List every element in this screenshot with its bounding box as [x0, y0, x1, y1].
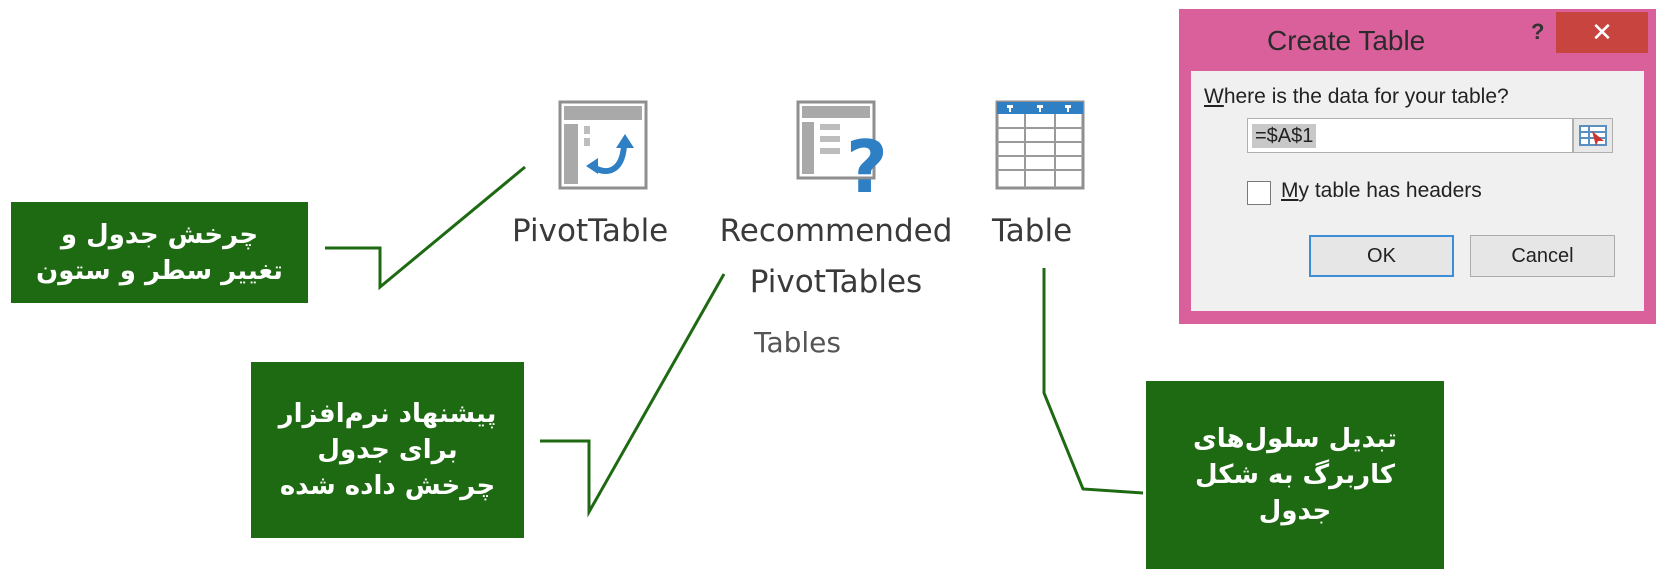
pivottable-label: PivotTable — [512, 213, 669, 249]
create-table-dialog: Create Table ? ✕ Where is the data for y… — [1179, 9, 1656, 324]
headers-checkbox-label[interactable]: My table has headers — [1281, 179, 1482, 203]
recommended-callout: پیشنهاد نرم‌افزار برای جدول چرخش داده شد… — [251, 362, 524, 538]
headers-checkbox[interactable] — [1247, 181, 1271, 205]
table-button[interactable]: Table — [985, 100, 1095, 250]
table-callout: تبدیل سلول‌های کاربرگ به شکل جدول — [1146, 381, 1444, 569]
recommended-callout-line3: چرخش داده شده — [279, 471, 496, 501]
svg-text:?: ? — [846, 125, 888, 200]
table-label: Table — [992, 213, 1073, 249]
range-select-icon — [1579, 125, 1607, 146]
ok-button[interactable]: OK — [1309, 235, 1454, 277]
recommended-callout-line1: پیشنهاد نرم‌افزار — [278, 399, 497, 429]
table-callout-line1: تبدیل سلول‌های — [1192, 424, 1398, 454]
pivot-connector-line — [325, 165, 526, 291]
recommended-connector-line — [540, 273, 726, 518]
data-range-prompt: Where is the data for your table? — [1204, 85, 1509, 108]
dialog-title: Create Table — [1267, 25, 1426, 56]
data-range-value: =$A$1 — [1252, 124, 1317, 148]
dialog-body: Where is the data for your table? =$A$1 … — [1191, 71, 1644, 311]
recommended-label-line2: PivotTables — [749, 264, 923, 300]
recommended-label-line1: Recommended — [719, 213, 953, 249]
table-icon — [995, 100, 1085, 190]
table-connector-line — [1042, 268, 1144, 495]
table-callout-line2: کاربرگ به شکل — [1195, 460, 1395, 490]
recommended-callout-line2: برای جدول — [317, 435, 458, 465]
table-callout-line3: جدول — [1258, 496, 1332, 526]
cancel-button[interactable]: Cancel — [1470, 235, 1615, 277]
close-button[interactable]: ✕ — [1556, 12, 1648, 53]
recommended-pivottables-icon: ? — [796, 100, 888, 200]
data-range-input[interactable]: =$A$1 — [1247, 118, 1573, 153]
pivottable-button[interactable]: PivotTable — [512, 100, 692, 250]
pivottable-icon — [558, 100, 648, 190]
range-select-button[interactable] — [1573, 118, 1613, 153]
recommended-pivottables-button[interactable]: ? Recommended PivotTables — [706, 100, 966, 300]
pivottable-callout-line1: چرخش جدول و — [60, 219, 259, 250]
help-button[interactable]: ? — [1531, 19, 1544, 45]
pivottable-callout: چرخش جدول و تغییر سطر و ستون — [11, 202, 308, 303]
close-icon: ✕ — [1591, 17, 1613, 48]
tables-group-label: Tables — [754, 326, 841, 359]
pivottable-callout-line2: تغییر سطر و ستون — [36, 255, 283, 286]
